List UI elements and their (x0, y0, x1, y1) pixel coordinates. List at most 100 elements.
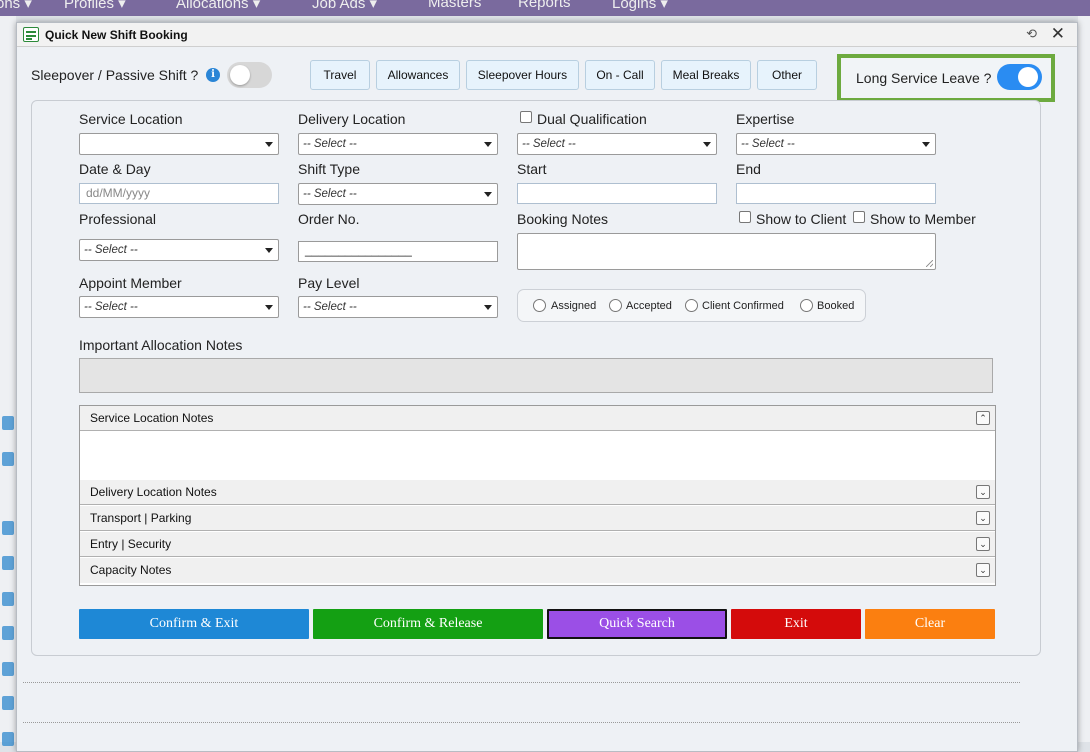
nav-item-reports[interactable]: Reports (518, 0, 571, 11)
dual-qualification-label: Dual Qualification (537, 111, 647, 127)
quick-search-button[interactable]: Quick Search (547, 609, 727, 639)
show-to-member-label: Show to Member (870, 211, 976, 227)
dialog-title: Quick New Shift Booking (45, 28, 188, 42)
sleepover-label: Sleepover / Passive Shift ? (31, 67, 199, 83)
confirm-release-button[interactable]: Confirm & Release (313, 609, 543, 639)
travel-button[interactable]: Travel (310, 60, 370, 90)
end-label: End (736, 161, 761, 177)
resize-handle-icon[interactable] (926, 260, 933, 267)
accordion-label: Capacity Notes (90, 563, 172, 577)
close-icon[interactable]: ✕ (1051, 24, 1065, 44)
expertise-label: Expertise (736, 111, 795, 127)
accordion-label: Transport | Parking (90, 511, 192, 525)
accordion-label: Entry | Security (90, 537, 172, 551)
nav-item-allocations[interactable]: Allocations ▾ (176, 0, 260, 12)
service-location-select[interactable] (79, 133, 279, 155)
chevron-down-icon (265, 142, 273, 147)
long-service-leave-toggle[interactable] (997, 64, 1042, 90)
accordion-header-capacity-notes[interactable]: Capacity Notes ⌄ (80, 558, 995, 583)
top-navigation: ons ▾ Profiles ▾ Allocations ▾ Job Ads ▾… (0, 0, 1090, 16)
show-to-client-checkbox[interactable] (739, 211, 751, 223)
allowances-button[interactable]: Allowances (376, 60, 460, 90)
chevron-down-icon[interactable]: ⌄ (976, 485, 990, 499)
service-location-notes-section: Service Location Notes ⌃ (79, 405, 996, 481)
divider (23, 722, 1020, 723)
show-to-client-label: Show to Client (756, 211, 847, 227)
chevron-up-icon[interactable]: ⌃ (976, 411, 990, 425)
shift-type-label: Shift Type (298, 161, 361, 177)
date-input[interactable]: dd/MM/yyyy (79, 183, 279, 204)
sleepover-hours-button[interactable]: Sleepover Hours (466, 60, 579, 90)
meal-breaks-button[interactable]: Meal Breaks (661, 60, 751, 90)
quick-new-shift-booking-dialog: Quick New Shift Booking ⟲ ✕ Sleepover / … (16, 22, 1078, 752)
dual-qualification-checkbox[interactable] (520, 111, 532, 123)
background-edit-icon (2, 696, 14, 710)
status-radio-booked[interactable] (800, 299, 813, 312)
clear-button[interactable]: Clear (865, 609, 995, 639)
status-radio-accepted[interactable] (609, 299, 622, 312)
status-label-booked: Booked (817, 300, 855, 312)
background-edit-icon (2, 732, 14, 746)
info-icon[interactable]: i (206, 68, 220, 82)
nav-item-profiles[interactable]: Profiles ▾ (64, 0, 126, 12)
show-to-member-checkbox[interactable] (853, 211, 865, 223)
nav-item-masters[interactable]: Masters (428, 0, 481, 11)
chevron-down-icon[interactable]: ⌄ (976, 537, 990, 551)
date-day-label: Date & Day (79, 161, 151, 177)
status-label-accepted: Accepted (626, 300, 672, 312)
nav-item-logins[interactable]: Logins ▾ (612, 0, 668, 12)
dialog-titlebar: Quick New Shift Booking ⟲ ✕ (17, 23, 1077, 47)
delivery-location-select[interactable]: -- Select -- (298, 133, 498, 155)
refresh-icon[interactable]: ⟲ (1026, 26, 1037, 42)
accordion-header-entry-security[interactable]: Entry | Security ⌄ (80, 532, 995, 557)
sleepover-toggle[interactable] (227, 62, 272, 88)
exit-button[interactable]: Exit (731, 609, 861, 639)
service-location-label: Service Location (79, 111, 183, 127)
dual-qualification-select[interactable]: -- Select -- (517, 133, 717, 155)
professional-label: Professional (79, 211, 157, 227)
background-edit-icon (2, 556, 14, 570)
accordion-header-delivery-location-notes[interactable]: Delivery Location Notes ⌄ (80, 480, 995, 505)
status-radio-client-confirmed[interactable] (685, 299, 698, 312)
chevron-down-icon[interactable]: ⌄ (976, 563, 990, 577)
on-call-button[interactable]: On - Call (585, 60, 655, 90)
nav-item-job-ads[interactable]: Job Ads ▾ (312, 0, 377, 12)
long-service-leave-highlight: Long Service Leave ? (837, 54, 1055, 102)
background-edit-icon (2, 452, 14, 466)
appoint-member-select[interactable]: -- Select -- (79, 296, 279, 318)
chevron-down-icon (922, 142, 930, 147)
end-time-input[interactable] (736, 183, 936, 204)
expertise-select[interactable]: -- Select -- (736, 133, 936, 155)
toggle-knob (230, 65, 250, 85)
professional-select[interactable]: -- Select -- (79, 239, 279, 261)
booking-form-panel: Service Location Delivery Location -- Se… (31, 100, 1041, 656)
important-allocation-notes-label: Important Allocation Notes (79, 337, 243, 353)
background-edit-icon (2, 416, 14, 430)
accordion-header-service-location-notes[interactable]: Service Location Notes ⌃ (80, 406, 995, 431)
chevron-down-icon (484, 192, 492, 197)
accordion-header-transport-parking[interactable]: Transport | Parking ⌄ (80, 506, 995, 531)
background-edit-icon (2, 592, 14, 606)
status-radio-assigned[interactable] (533, 299, 546, 312)
background-edit-icon (2, 521, 14, 535)
booking-notes-textarea[interactable] (517, 233, 936, 270)
background-right-strip (1078, 16, 1090, 742)
background-left-strip (0, 16, 16, 746)
delivery-location-label: Delivery Location (298, 111, 406, 127)
order-no-input[interactable]: ________________ (298, 241, 498, 262)
order-no-label: Order No. (298, 211, 360, 227)
chevron-down-icon[interactable]: ⌄ (976, 511, 990, 525)
shift-type-select[interactable]: -- Select -- (298, 183, 498, 205)
collapsed-notes-sections: Delivery Location Notes ⌄ Transport | Pa… (79, 480, 996, 586)
pay-level-select[interactable]: -- Select -- (298, 296, 498, 318)
chevron-down-icon (484, 142, 492, 147)
confirm-exit-button[interactable]: Confirm & Exit (79, 609, 309, 639)
appoint-member-label: Appoint Member (79, 275, 182, 291)
start-time-input[interactable] (517, 183, 717, 204)
toggle-knob (1018, 67, 1038, 87)
nav-item-partial[interactable]: ons ▾ (0, 0, 32, 12)
status-label-assigned: Assigned (551, 300, 597, 312)
other-button[interactable]: Other (757, 60, 817, 90)
chevron-down-icon (265, 248, 273, 253)
chevron-down-icon (484, 305, 492, 310)
